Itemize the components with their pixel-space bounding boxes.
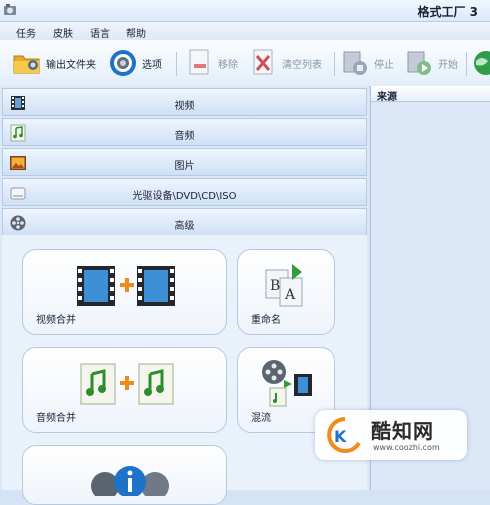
column-header-label: 来源 bbox=[377, 92, 397, 103]
rename-tile[interactable]: B A 重命名 bbox=[237, 249, 335, 335]
options-label: 选项 bbox=[142, 59, 162, 71]
menu-bar: 任务 皮肤 语言 帮助 bbox=[0, 22, 490, 40]
clear-list-button[interactable]: 清空列表 bbox=[248, 46, 322, 80]
watermark-url: www.coozhi.com bbox=[373, 443, 440, 452]
mux-icon bbox=[262, 360, 312, 407]
gear-icon bbox=[108, 48, 138, 78]
clear-list-label: 清空列表 bbox=[282, 59, 322, 71]
remove-button[interactable]: 移除 bbox=[184, 46, 238, 80]
folder-icon bbox=[12, 48, 42, 78]
menu-task[interactable]: 任务 bbox=[16, 25, 36, 40]
audio-plus-audio-icon bbox=[80, 363, 174, 405]
stop-icon bbox=[340, 48, 370, 78]
column-header-source[interactable]: 来源 bbox=[371, 86, 490, 103]
category-video[interactable]: 视频 bbox=[2, 88, 367, 116]
output-folder-label: 输出文件夹 bbox=[46, 59, 96, 71]
output-folder-button[interactable]: 输出文件夹 bbox=[12, 46, 96, 80]
svg-text:A: A bbox=[284, 287, 296, 303]
start-label: 开始 bbox=[438, 59, 458, 71]
toolbar-separator bbox=[176, 52, 177, 76]
svg-text:B: B bbox=[270, 278, 280, 294]
advanced-tools-area: 视频合并 B A 重命名 音频合并 混流 bbox=[2, 235, 367, 505]
menu-language[interactable]: 语言 bbox=[90, 25, 110, 40]
clear-list-icon bbox=[248, 48, 278, 78]
watermark-name: 酷知网 bbox=[371, 419, 434, 443]
media-info-tile[interactable] bbox=[22, 445, 227, 505]
audio-merge-label: 音频合并 bbox=[36, 413, 76, 424]
options-button[interactable]: 选项 bbox=[108, 46, 162, 80]
category-label: 音频 bbox=[174, 131, 195, 142]
category-label: 图片 bbox=[174, 161, 195, 172]
globe-icon bbox=[472, 48, 490, 78]
video-merge-tile[interactable]: 视频合并 bbox=[22, 249, 227, 335]
toolbar-separator bbox=[334, 52, 335, 76]
stop-button[interactable]: 停止 bbox=[340, 46, 394, 80]
window-title: 格式工厂 3 bbox=[417, 5, 478, 19]
rename-icon: B A bbox=[265, 264, 303, 307]
toolbar-separator bbox=[466, 52, 467, 76]
app-icon bbox=[4, 4, 16, 15]
remove-document-icon bbox=[184, 48, 214, 78]
menu-skin[interactable]: 皮肤 bbox=[53, 25, 73, 40]
mux-label: 混流 bbox=[251, 413, 271, 424]
category-audio[interactable]: 音频 bbox=[2, 118, 367, 146]
info-icon bbox=[91, 466, 169, 496]
category-advanced[interactable]: 高级 bbox=[2, 208, 367, 236]
video-merge-label: 视频合并 bbox=[36, 315, 76, 326]
category-label: 视频 bbox=[174, 101, 195, 112]
film-plus-film-icon bbox=[77, 266, 175, 306]
svg-text:K: K bbox=[334, 427, 347, 446]
category-optical-disc[interactable]: 光驱设备\DVD\CD\ISO bbox=[2, 178, 367, 206]
category-label: 高级 bbox=[174, 221, 195, 232]
globe-button[interactable] bbox=[472, 46, 490, 80]
toolbar: 输出文件夹 选项 移除 清空列表 停止 开始 bbox=[0, 40, 490, 87]
category-image[interactable]: 图片 bbox=[2, 148, 367, 176]
rename-label: 重命名 bbox=[251, 315, 281, 326]
start-button[interactable]: 开始 bbox=[404, 46, 458, 80]
audio-merge-tile[interactable]: 音频合并 bbox=[22, 347, 227, 433]
category-label: 光驱设备\DVD\CD\ISO bbox=[132, 191, 237, 202]
remove-label: 移除 bbox=[218, 59, 238, 71]
watermark-logo-icon: K bbox=[327, 417, 361, 453]
title-bar: 格式工厂 3 bbox=[0, 0, 490, 22]
stop-label: 停止 bbox=[374, 59, 394, 71]
start-icon bbox=[404, 48, 434, 78]
menu-help[interactable]: 帮助 bbox=[126, 25, 146, 40]
watermark-badge: K 酷知网 www.coozhi.com bbox=[315, 410, 467, 460]
